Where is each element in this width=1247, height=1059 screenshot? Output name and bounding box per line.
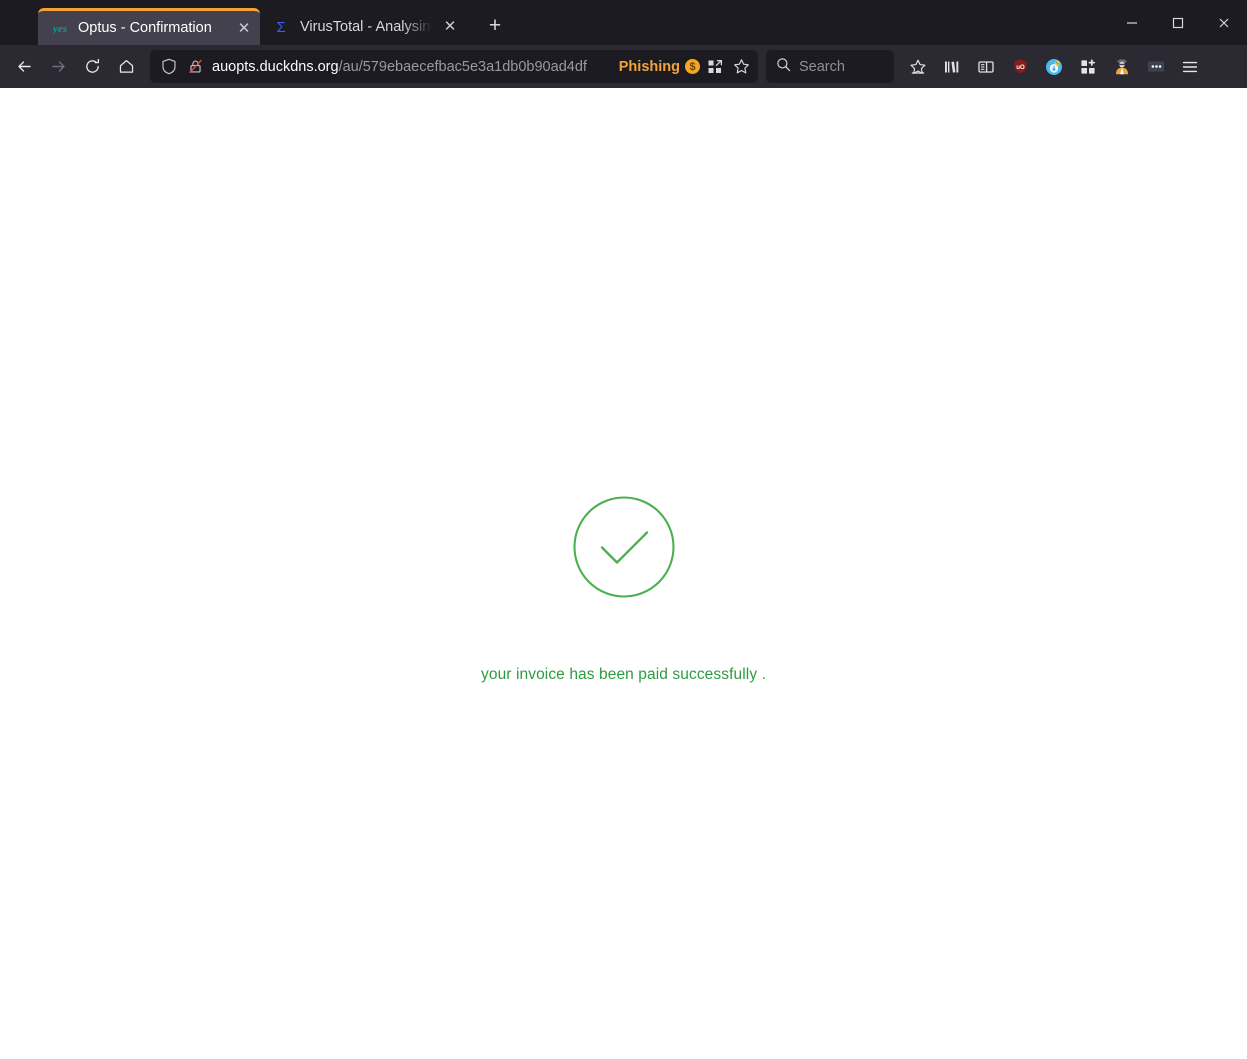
tab-strip: yes Optus - Confirmation ✕ Σ VirusTotal … bbox=[0, 0, 1247, 45]
insecure-connection-crossed-lock-icon[interactable] bbox=[184, 56, 206, 78]
tab-close-button[interactable]: ✕ bbox=[234, 18, 254, 38]
window-controls bbox=[1109, 0, 1247, 45]
virustotal-sigma-icon: Σ bbox=[274, 19, 292, 35]
optus-yes-logo-icon: yes bbox=[52, 20, 70, 36]
sidebar-icon[interactable] bbox=[970, 51, 1002, 83]
minimize-button[interactable] bbox=[1109, 0, 1155, 45]
page-content: your invoice has been paid successfully … bbox=[0, 88, 1247, 1059]
tab-title: VirusTotal - Analysing URL bbox=[300, 18, 432, 35]
more-dots-badge-icon[interactable] bbox=[1140, 51, 1172, 83]
url-host: auopts.duckdns.org bbox=[212, 58, 339, 75]
url-text: auopts.duckdns.org/au/579ebaecefbac5e3a1… bbox=[212, 59, 611, 75]
svg-text:uO: uO bbox=[1016, 64, 1025, 71]
tab-close-button[interactable]: ✕ bbox=[440, 17, 460, 37]
coin-dollar-icon: $ bbox=[685, 59, 700, 74]
bookmark-star-icon[interactable] bbox=[730, 56, 752, 78]
extensions-add-icon[interactable] bbox=[1072, 51, 1104, 83]
library-icon[interactable] bbox=[936, 51, 968, 83]
privacy-spy-icon[interactable] bbox=[1106, 51, 1138, 83]
home-icon[interactable] bbox=[110, 51, 142, 83]
forward-arrow-icon[interactable] bbox=[42, 51, 74, 83]
extension-blue-circle-icon[interactable] bbox=[1038, 51, 1070, 83]
save-to-pocket-icon[interactable] bbox=[902, 51, 934, 83]
search-bar[interactable]: Search bbox=[766, 50, 894, 83]
tab-optus-confirmation[interactable]: yes Optus - Confirmation ✕ bbox=[38, 8, 260, 45]
phishing-badge[interactable]: Phishing $ bbox=[615, 59, 700, 75]
url-bar[interactable]: auopts.duckdns.org/au/579ebaecefbac5e3a1… bbox=[150, 50, 758, 83]
svg-text:yes: yes bbox=[53, 23, 67, 35]
maximize-button[interactable] bbox=[1155, 0, 1201, 45]
phishing-label: Phishing bbox=[618, 58, 680, 75]
page-actions-grid-icon[interactable] bbox=[704, 56, 726, 78]
search-input[interactable]: Search bbox=[799, 59, 845, 75]
tab-virustotal-analysing[interactable]: Σ VirusTotal - Analysing URL ✕ bbox=[260, 8, 466, 45]
app-menu-hamburger-icon[interactable] bbox=[1174, 51, 1206, 83]
search-icon bbox=[776, 57, 791, 77]
reload-icon[interactable] bbox=[76, 51, 108, 83]
svg-text:Σ: Σ bbox=[277, 19, 286, 35]
back-arrow-icon[interactable] bbox=[8, 51, 40, 83]
url-path: /au/579ebaecefbac5e3a1db0b90ad4df bbox=[338, 58, 587, 75]
browser-window: yes Optus - Confirmation ✕ Σ VirusTotal … bbox=[0, 0, 1247, 1059]
tracking-protection-shield-icon[interactable] bbox=[158, 56, 180, 78]
new-tab-button[interactable]: + bbox=[480, 11, 510, 41]
close-window-button[interactable] bbox=[1201, 0, 1247, 45]
navigation-toolbar: auopts.duckdns.org/au/579ebaecefbac5e3a1… bbox=[0, 45, 1247, 88]
success-check-circle-icon bbox=[572, 496, 675, 598]
success-message: your invoice has been paid successfully … bbox=[481, 666, 766, 683]
payment-success-block: your invoice has been paid successfully … bbox=[0, 496, 1247, 684]
ublock-origin-icon[interactable]: uO bbox=[1004, 51, 1036, 83]
tab-title: Optus - Confirmation bbox=[78, 20, 212, 36]
